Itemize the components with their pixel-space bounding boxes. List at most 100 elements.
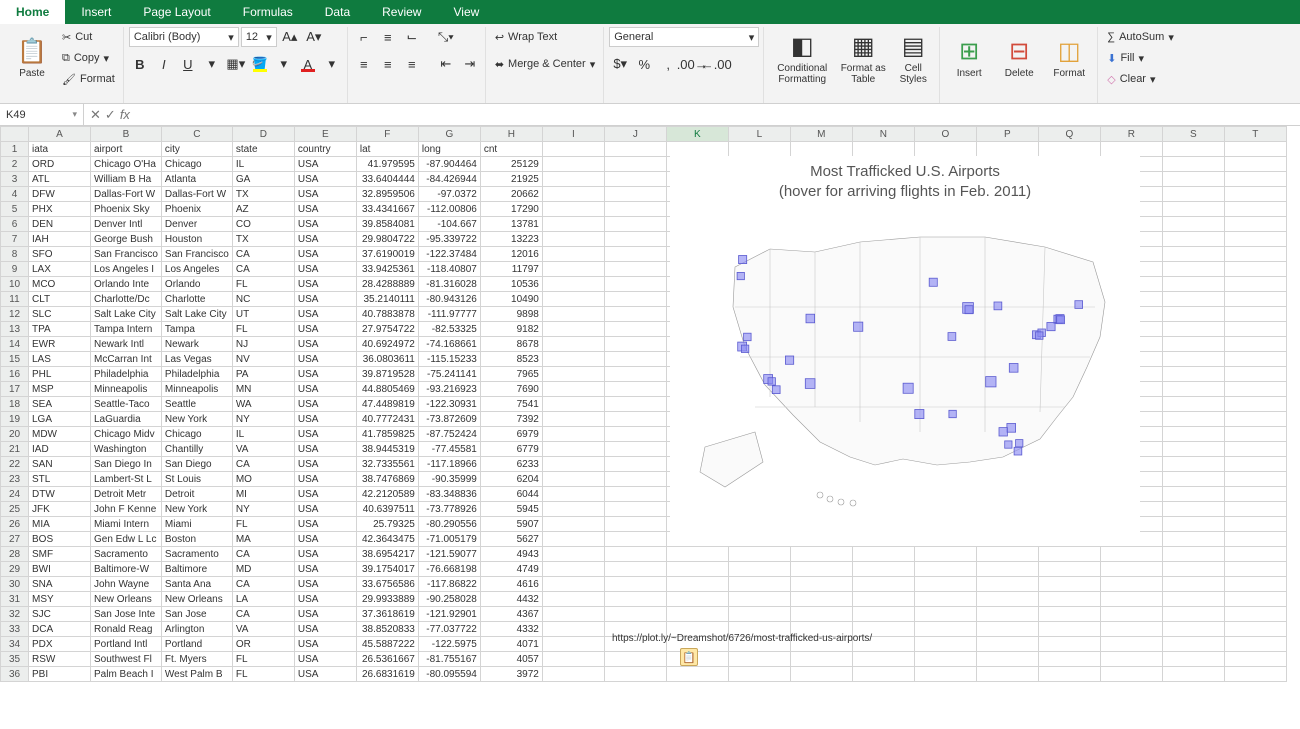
cell[interactable] <box>542 397 604 412</box>
cell[interactable] <box>852 142 914 157</box>
cell[interactable]: 29.9933889 <box>356 592 418 607</box>
cell[interactable]: SMF <box>29 547 91 562</box>
cell[interactable] <box>1162 442 1224 457</box>
cell[interactable]: -122.5975 <box>418 637 480 652</box>
cell[interactable] <box>1224 442 1286 457</box>
cell[interactable]: -97.0372 <box>418 187 480 202</box>
row-header[interactable]: 15 <box>1 352 29 367</box>
cell[interactable]: USA <box>294 487 356 502</box>
cell[interactable]: McCarran Int <box>91 352 162 367</box>
cell[interactable]: -77.037722 <box>418 622 480 637</box>
cell[interactable] <box>542 202 604 217</box>
cell[interactable] <box>1162 157 1224 172</box>
cell[interactable] <box>1224 232 1286 247</box>
cell[interactable] <box>1224 637 1286 652</box>
cell[interactable]: 36.0803611 <box>356 352 418 367</box>
cell[interactable] <box>604 397 666 412</box>
airport-marker[interactable] <box>965 306 973 314</box>
cell[interactable]: USA <box>294 427 356 442</box>
cell[interactable]: San Jose <box>161 607 232 622</box>
cell[interactable] <box>1224 187 1286 202</box>
cell[interactable]: NV <box>232 352 294 367</box>
cell[interactable]: 33.4341667 <box>356 202 418 217</box>
cell[interactable]: Portland <box>161 637 232 652</box>
cell[interactable] <box>542 457 604 472</box>
cell[interactable] <box>1100 577 1162 592</box>
cell[interactable]: SFO <box>29 247 91 262</box>
cell[interactable] <box>542 532 604 547</box>
cell[interactable] <box>1224 322 1286 337</box>
col-header-L[interactable]: L <box>728 127 790 142</box>
cell[interactable]: John F Kenne <box>91 502 162 517</box>
cell[interactable]: PA <box>232 367 294 382</box>
cell[interactable] <box>604 202 666 217</box>
col-header-R[interactable]: R <box>1100 127 1162 142</box>
cell[interactable] <box>1038 667 1100 682</box>
cell[interactable] <box>1224 472 1286 487</box>
cell[interactable] <box>1038 547 1100 562</box>
cell[interactable] <box>604 532 666 547</box>
cell[interactable]: 29.9804722 <box>356 232 418 247</box>
airport-marker[interactable] <box>1075 301 1083 309</box>
cell[interactable] <box>604 262 666 277</box>
cell[interactable] <box>542 502 604 517</box>
cell[interactable]: MCO <box>29 277 91 292</box>
airport-marker[interactable] <box>772 386 780 394</box>
chart-overlay[interactable]: Most Trafficked U.S. Airports (hover for… <box>670 156 1140 546</box>
cell[interactable]: San Francisco <box>91 247 162 262</box>
cell[interactable]: Sacramento <box>91 547 162 562</box>
cell[interactable]: USA <box>294 352 356 367</box>
cell[interactable]: ATL <box>29 172 91 187</box>
fill-color-dropdown[interactable]: ▾ <box>273 54 295 74</box>
cell[interactable]: St Louis <box>161 472 232 487</box>
cell-link[interactable]: https://plot.ly/~Dreamshot/6726/most-tra… <box>609 631 919 646</box>
cell[interactable] <box>728 577 790 592</box>
cell[interactable] <box>542 472 604 487</box>
cell[interactable]: cnt <box>480 142 542 157</box>
cell[interactable]: MN <box>232 382 294 397</box>
col-header-B[interactable]: B <box>91 127 162 142</box>
cell[interactable] <box>604 157 666 172</box>
cell[interactable]: MIA <box>29 517 91 532</box>
cell[interactable]: 32.7335561 <box>356 457 418 472</box>
cell[interactable] <box>976 652 1038 667</box>
cell[interactable]: 7690 <box>480 382 542 397</box>
cell[interactable]: 40.7883878 <box>356 307 418 322</box>
airport-marker[interactable] <box>948 333 956 341</box>
cell[interactable] <box>542 442 604 457</box>
cell[interactable]: MD <box>232 562 294 577</box>
cell[interactable]: UT <box>232 307 294 322</box>
percent-button[interactable]: % <box>633 54 655 74</box>
align-center-button[interactable]: ≡ <box>377 54 399 74</box>
cell[interactable] <box>1162 592 1224 607</box>
cell[interactable]: USA <box>294 277 356 292</box>
airport-marker[interactable] <box>768 378 775 385</box>
cell[interactable] <box>1224 397 1286 412</box>
border-button[interactable]: ▦▾ <box>225 54 247 74</box>
number-format-select[interactable]: General▾ <box>609 27 759 47</box>
cell[interactable]: 38.8520833 <box>356 622 418 637</box>
cell[interactable] <box>1162 382 1224 397</box>
col-header-O[interactable]: O <box>914 127 976 142</box>
cell[interactable]: Southwest Fl <box>91 652 162 667</box>
wrap-text-button[interactable]: ↩Wrap Text <box>491 27 599 47</box>
cell[interactable] <box>728 652 790 667</box>
cell[interactable]: USA <box>294 322 356 337</box>
airport-marker[interactable] <box>744 333 752 341</box>
cell[interactable]: CA <box>232 262 294 277</box>
cell[interactable]: USA <box>294 637 356 652</box>
row-header[interactable]: 22 <box>1 457 29 472</box>
conditional-formatting-button[interactable]: ◧Conditional Formatting <box>769 27 835 89</box>
row-header[interactable]: 25 <box>1 502 29 517</box>
cell[interactable]: 26.6831619 <box>356 667 418 682</box>
cell[interactable]: Salt Lake City <box>161 307 232 322</box>
cell[interactable] <box>542 607 604 622</box>
cell[interactable] <box>1162 412 1224 427</box>
cell[interactable] <box>604 292 666 307</box>
cell[interactable]: Los Angeles I <box>91 262 162 277</box>
row-header[interactable]: 27 <box>1 532 29 547</box>
cell[interactable] <box>1224 592 1286 607</box>
cell[interactable]: -83.348836 <box>418 487 480 502</box>
cell[interactable] <box>976 142 1038 157</box>
cell[interactable] <box>976 577 1038 592</box>
